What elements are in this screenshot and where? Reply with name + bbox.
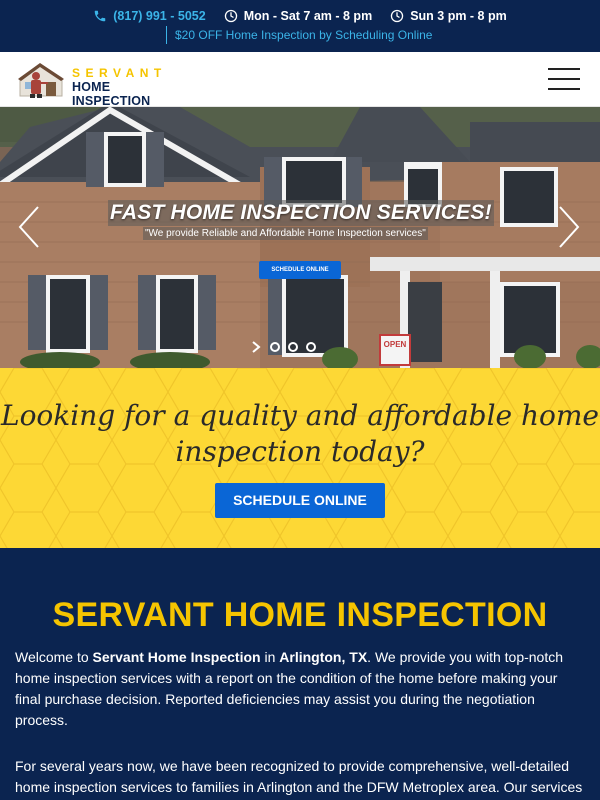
hours-weekday-text: Mon - Sat 7 am - 8 pm bbox=[243, 9, 373, 23]
hero-slider: OPEN FAST HOME INSPECTION SERVICES! "We … bbox=[0, 107, 600, 368]
hours-sunday-text: Sun 3 pm - 8 pm bbox=[410, 9, 507, 23]
logo-name: SERVANT bbox=[72, 66, 167, 80]
hero-subtitle: "We provide Reliable and Affordable Home… bbox=[143, 227, 428, 240]
cta-heading-line2: inspection today? bbox=[175, 435, 425, 468]
slider-dot[interactable] bbox=[288, 342, 298, 352]
menu-button[interactable] bbox=[548, 68, 580, 90]
about-section: SERVANT HOME INSPECTION Welcome to Serva… bbox=[0, 548, 600, 800]
hamburger-icon-bar bbox=[548, 88, 580, 90]
logo-house-icon bbox=[18, 63, 64, 98]
phone-icon bbox=[95, 10, 106, 22]
slider-dot[interactable] bbox=[306, 342, 316, 352]
hours-sunday: Sun 3 pm - 8 pm bbox=[390, 9, 507, 23]
top-bar-contact-row: (817) 991 - 5052 Mon - Sat 7 am - 8 pm S… bbox=[0, 6, 600, 26]
logo-subtitle: HOME INSPECTION bbox=[72, 80, 151, 108]
site-header: SERVANT HOME INSPECTION bbox=[0, 52, 600, 108]
phone-link[interactable]: (817) 991 - 5052 bbox=[93, 9, 206, 23]
promo-link[interactable]: $20 OFF Home Inspection by Scheduling On… bbox=[166, 26, 432, 44]
top-bar: (817) 991 - 5052 Mon - Sat 7 am - 8 pm S… bbox=[0, 0, 600, 52]
chevron-right-icon[interactable] bbox=[250, 340, 262, 354]
cta-heading-line1: Looking for a quality and affordable hom… bbox=[0, 399, 600, 432]
clock-icon bbox=[391, 9, 404, 23]
slider-dot[interactable] bbox=[270, 342, 280, 352]
clock-icon bbox=[224, 9, 237, 23]
cta-schedule-button[interactable]: SCHEDULE ONLINE bbox=[215, 483, 385, 518]
hero-title: FAST HOME INSPECTION SERVICES! bbox=[108, 200, 494, 226]
about-location: Arlington, TX bbox=[279, 649, 368, 665]
chevron-right-icon[interactable] bbox=[554, 203, 584, 251]
about-paragraph-1: Welcome to Servant Home Inspection in Ar… bbox=[15, 647, 585, 731]
slider-pagination bbox=[250, 340, 316, 354]
about-text: Welcome to bbox=[15, 649, 93, 665]
about-business-name: Servant Home Inspection bbox=[92, 649, 261, 665]
about-title: SERVANT HOME INSPECTION bbox=[52, 596, 548, 634]
phone-number: (817) 991 - 5052 bbox=[113, 9, 206, 23]
hero-open-sign: OPEN bbox=[384, 340, 407, 349]
hours-weekday: Mon - Sat 7 am - 8 pm bbox=[224, 9, 373, 23]
cta-section: Looking for a quality and affordable hom… bbox=[0, 368, 600, 548]
cta-heading: Looking for a quality and affordable hom… bbox=[0, 398, 600, 470]
about-paragraph-2: For several years now, we have been reco… bbox=[15, 758, 583, 795]
about-text: in bbox=[260, 649, 280, 665]
hamburger-icon-bar bbox=[548, 68, 580, 70]
hamburger-icon-bar bbox=[548, 78, 580, 80]
chevron-left-icon[interactable] bbox=[14, 203, 44, 251]
hero-schedule-button[interactable]: SCHEDULE ONLINE bbox=[259, 261, 341, 279]
logo[interactable]: SERVANT HOME INSPECTION bbox=[16, 60, 188, 108]
